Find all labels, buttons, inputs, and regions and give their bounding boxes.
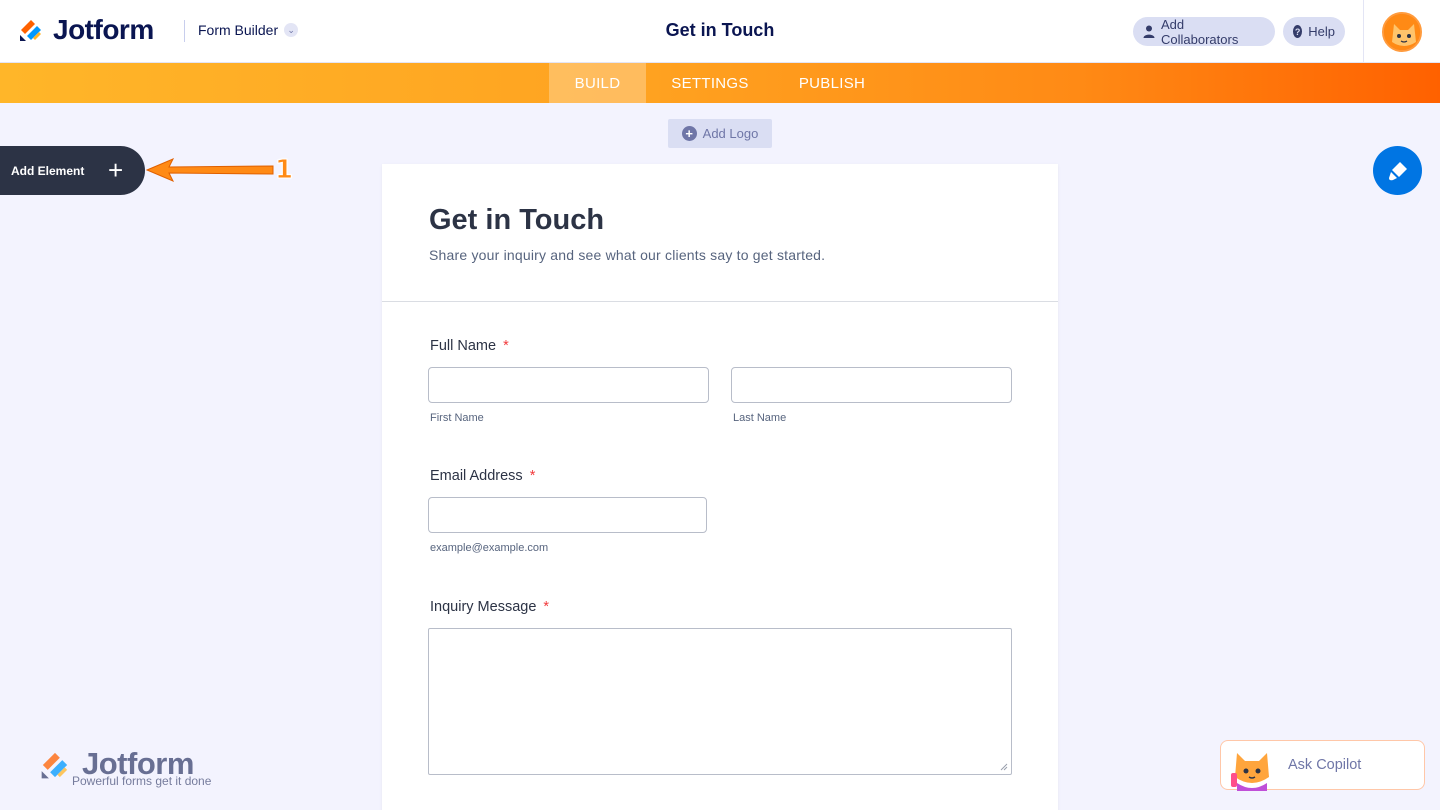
form-title[interactable]: Get in Touch	[429, 204, 604, 237]
annotation-arrow-icon	[145, 158, 274, 182]
inquiry-message-label-text: Inquiry Message	[430, 599, 537, 615]
full-name-label[interactable]: Full Name *	[430, 338, 509, 354]
inquiry-message-label[interactable]: Inquiry Message *	[430, 599, 549, 615]
form-designer-button[interactable]	[1373, 146, 1422, 195]
tab-settings[interactable]: SETTINGS	[652, 63, 768, 103]
inquiry-message-textarea[interactable]	[428, 628, 1012, 775]
form-builder-dropdown[interactable]: Form Builder ⌄	[198, 22, 299, 38]
add-collaborators-label: Add Collaborators	[1161, 16, 1239, 47]
email-label-text: Email Address	[430, 468, 523, 484]
header-separator	[1363, 0, 1364, 63]
add-logo-label: Add Logo	[702, 126, 759, 141]
tab-build[interactable]: BUILD	[549, 63, 646, 103]
jotform-logo[interactable]: Jotform	[17, 14, 154, 46]
email-label[interactable]: Email Address *	[430, 468, 535, 484]
plus-circle-icon: +	[681, 126, 697, 141]
help-icon: ?	[1293, 25, 1303, 38]
ask-copilot-button[interactable]: Ask Copilot	[1220, 740, 1425, 791]
builder-nav: BUILD SETTINGS PUBLISH	[0, 63, 1440, 103]
form-builder-label: Form Builder	[198, 22, 279, 38]
jotform-logo-icon	[41, 752, 68, 779]
form-card: Get in Touch Share your inquiry and see …	[382, 164, 1058, 810]
required-mark: *	[529, 468, 536, 484]
top-header: Jotform Form Builder ⌄ Get in Touch Add …	[0, 0, 1440, 63]
annotation-number: 1	[274, 155, 294, 186]
add-element-button[interactable]: Add Element +	[0, 146, 145, 195]
form-header[interactable]: Get in Touch Share your inquiry and see …	[382, 164, 1058, 302]
add-logo-button[interactable]: + Add Logo	[668, 119, 772, 148]
add-collaborators-button[interactable]: Add Collaborators	[1133, 16, 1275, 47]
email-field[interactable]	[428, 497, 707, 533]
first-name-input[interactable]	[428, 367, 709, 403]
email-sublabel: example@example.com	[430, 542, 549, 554]
paint-brush-icon	[1388, 161, 1407, 180]
copilot-cat-icon	[1231, 753, 1269, 791]
plus-icon: +	[108, 155, 124, 185]
avatar[interactable]	[1382, 12, 1422, 52]
chevron-down-icon: ⌄	[284, 23, 299, 37]
form-subtitle[interactable]: Share your inquiry and see what our clie…	[429, 247, 825, 263]
resize-grip-icon[interactable]	[1000, 763, 1008, 771]
tab-publish[interactable]: PUBLISH	[780, 63, 884, 103]
ask-copilot-label: Ask Copilot	[1288, 757, 1362, 773]
help-button[interactable]: ? Help	[1283, 17, 1345, 46]
header-divider	[184, 20, 185, 42]
required-mark: *	[503, 338, 509, 354]
first-name-sublabel: First Name	[430, 412, 484, 424]
full-name-label-text: Full Name	[430, 338, 497, 354]
help-label: Help	[1308, 24, 1335, 39]
required-mark: *	[543, 599, 550, 615]
last-name-input[interactable]	[731, 367, 1012, 403]
user-icon	[1143, 25, 1155, 38]
add-element-label: Add Element	[11, 163, 85, 178]
last-name-sublabel: Last Name	[733, 412, 787, 424]
avatar-icon	[1384, 14, 1420, 50]
jotform-logo-icon	[20, 20, 41, 41]
footer-tagline: Powerful forms get it done	[72, 774, 212, 788]
brand-name: Jotform	[53, 14, 154, 45]
